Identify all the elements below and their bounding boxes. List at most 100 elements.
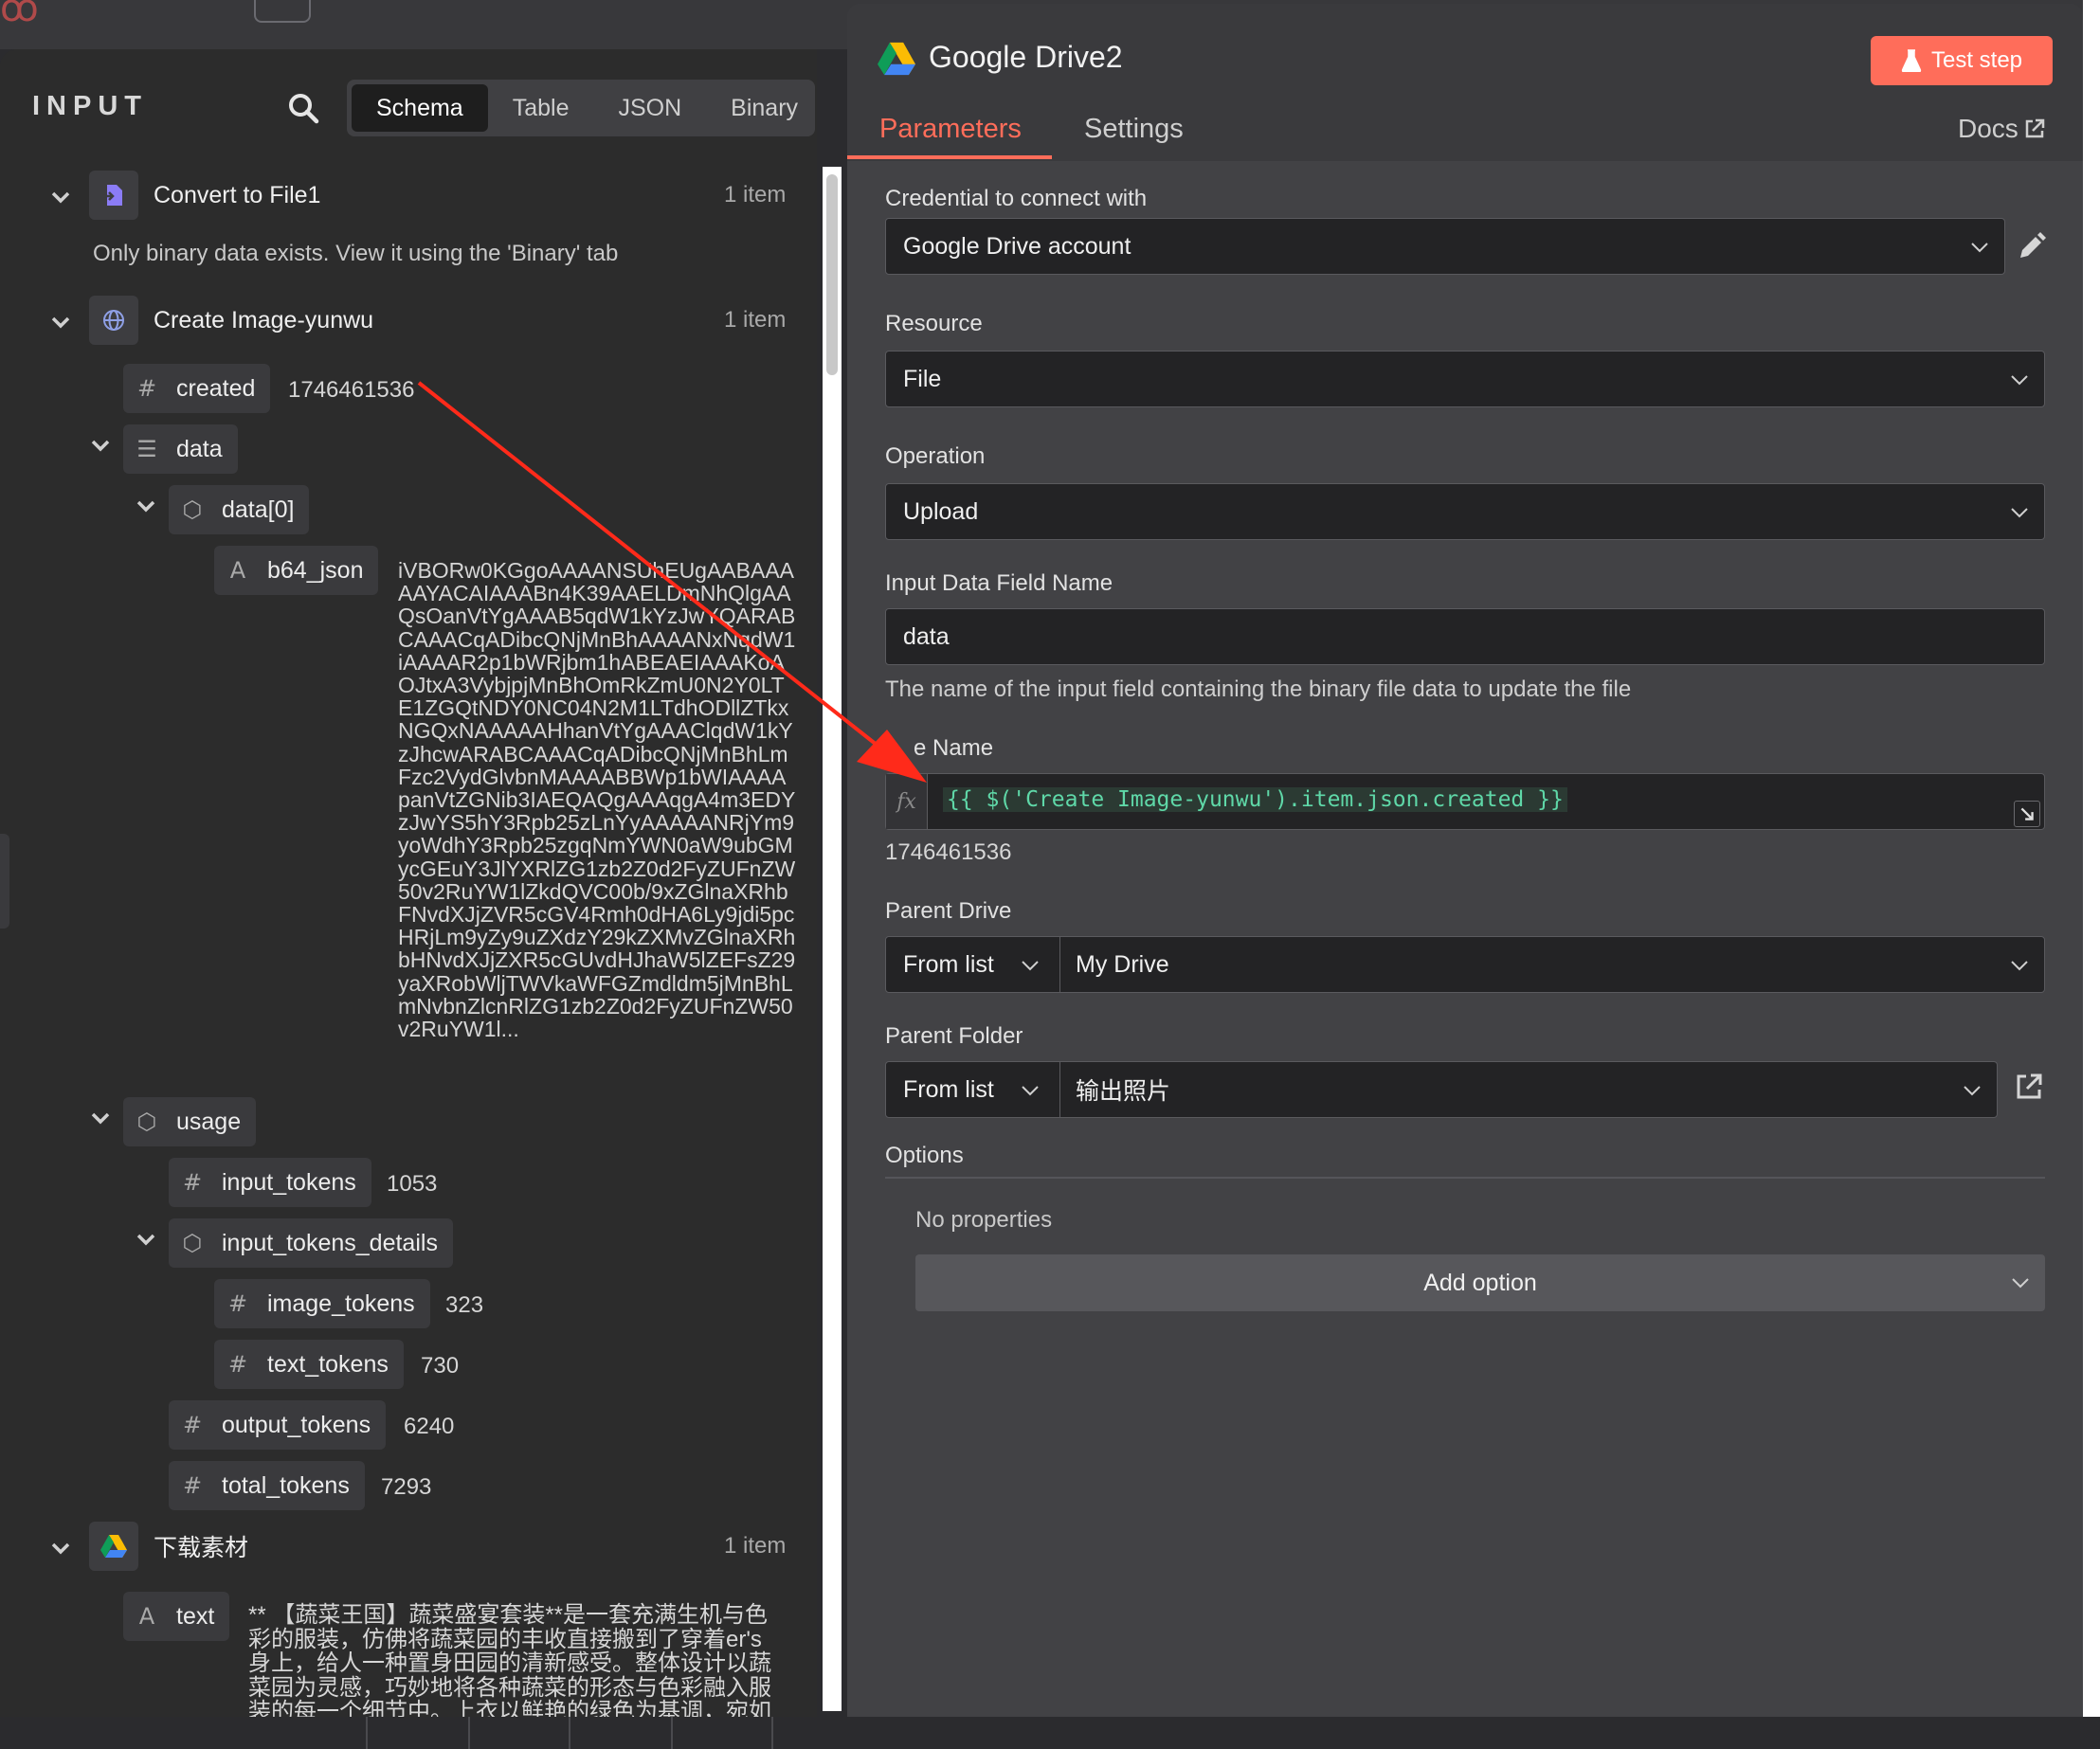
globe-icon bbox=[89, 296, 138, 345]
field-value: 6240 bbox=[404, 1414, 455, 1439]
parent-folder-select[interactable]: From list 输出照片 bbox=[885, 1061, 1998, 1118]
fx-icon: fx bbox=[886, 774, 928, 829]
operation-select[interactable]: Upload bbox=[885, 483, 2045, 540]
parent-folder-value[interactable]: 输出照片 bbox=[1076, 1062, 1170, 1117]
node-create-image[interactable]: Create Image-yunwu bbox=[89, 296, 373, 345]
field-image-tokens[interactable]: # image_tokens bbox=[214, 1279, 430, 1328]
input-scrollbar[interactable] bbox=[823, 167, 842, 1711]
chevron-down-icon[interactable] bbox=[135, 495, 157, 517]
field-created[interactable]: # created bbox=[123, 364, 271, 413]
resource-select[interactable]: File bbox=[885, 351, 2045, 407]
chevron-down-icon[interactable] bbox=[89, 1107, 112, 1129]
input-title: INPUT bbox=[32, 91, 148, 121]
parent-drive-value[interactable]: My Drive bbox=[1076, 937, 1169, 992]
toolbar-divider bbox=[468, 1717, 470, 1749]
pencil-edit-icon[interactable] bbox=[2017, 231, 2047, 261]
input-field-label: Input Data Field Name bbox=[885, 570, 1113, 596]
chevron-down-icon[interactable] bbox=[49, 311, 72, 334]
chevron-down-icon[interactable] bbox=[49, 1537, 72, 1560]
field-value: 323 bbox=[445, 1292, 484, 1318]
credential-select[interactable]: Google Drive account bbox=[885, 218, 2005, 275]
chevron-down-icon[interactable] bbox=[49, 186, 72, 208]
tab-table[interactable]: Table bbox=[488, 84, 594, 132]
chevron-down-icon bbox=[1022, 1086, 1039, 1096]
number-type-icon: # bbox=[182, 1412, 203, 1438]
n8n-logo-icon: ꝏ bbox=[0, 0, 39, 29]
file-name-label: e Name bbox=[914, 735, 994, 761]
chevron-down-icon bbox=[1964, 1086, 1981, 1096]
field-data[interactable]: ☰ data bbox=[123, 424, 238, 474]
toolbar-divider bbox=[569, 1717, 570, 1749]
tab-binary[interactable]: Binary bbox=[706, 84, 817, 132]
node-convert-to-file[interactable]: Convert to File1 bbox=[89, 171, 320, 220]
parent-drive-label: Parent Drive bbox=[885, 898, 1012, 924]
expand-icon[interactable] bbox=[2014, 801, 2040, 827]
flask-icon bbox=[1901, 49, 1922, 72]
node-title: 下载素材 bbox=[154, 1535, 249, 1561]
chevron-down-icon[interactable] bbox=[89, 434, 112, 457]
number-type-icon: # bbox=[227, 1290, 248, 1317]
tab-settings[interactable]: Settings bbox=[1084, 114, 1184, 145]
input-panel: INPUT Schema Table JSON Binary Convert t… bbox=[0, 49, 817, 1717]
search-icon[interactable] bbox=[286, 91, 320, 125]
options-divider bbox=[885, 1177, 2045, 1179]
binary-note: Only binary data exists. View it using t… bbox=[93, 241, 619, 266]
tab-parameters[interactable]: Parameters bbox=[879, 114, 1022, 145]
tab-json[interactable]: JSON bbox=[593, 84, 706, 132]
number-type-icon: # bbox=[227, 1351, 248, 1378]
google-drive-icon bbox=[878, 42, 915, 76]
field-value: 7293 bbox=[381, 1474, 432, 1500]
chevron-down-icon bbox=[1022, 961, 1039, 971]
item-count: 1 item bbox=[724, 307, 787, 333]
scrollbar-thumb[interactable] bbox=[826, 174, 838, 375]
toolbar-divider bbox=[771, 1717, 773, 1749]
node-title[interactable]: Google Drive2 bbox=[929, 40, 1123, 75]
input-field-hint: The name of the input field containing t… bbox=[885, 676, 1632, 702]
object-cube-icon: ⬡ bbox=[182, 1230, 203, 1256]
add-option-button[interactable]: Add option bbox=[915, 1254, 2045, 1311]
field-input-tokens[interactable]: # input_tokens bbox=[169, 1158, 371, 1207]
field-usage[interactable]: ⬡ usage bbox=[123, 1097, 257, 1146]
field-text[interactable]: A text bbox=[123, 1592, 230, 1641]
node-download-assets[interactable]: 下载素材 bbox=[89, 1522, 248, 1571]
resource-label: Resource bbox=[885, 311, 983, 336]
object-cube-icon: ⬡ bbox=[136, 1109, 157, 1135]
file-name-expression-input[interactable]: fx {{ $('Create Image-yunwu').item.json.… bbox=[885, 773, 2045, 830]
toolbar-divider bbox=[366, 1717, 368, 1749]
field-data-0[interactable]: ⬡ data[0] bbox=[169, 485, 310, 534]
chevron-down-icon bbox=[2011, 508, 2028, 518]
item-count: 1 item bbox=[724, 1533, 787, 1559]
field-output-tokens[interactable]: # output_tokens bbox=[169, 1400, 387, 1450]
window-edge bbox=[2083, 0, 2100, 1749]
canvas-bottom-toolbar bbox=[0, 1717, 2100, 1749]
panel-resize-handle[interactable] bbox=[0, 834, 9, 929]
field-total-tokens[interactable]: # total_tokens bbox=[169, 1461, 365, 1510]
node-parameters-panel: Google Drive2 Test step Parameters Setti… bbox=[847, 4, 2083, 1749]
parent-drive-select[interactable]: From list My Drive bbox=[885, 936, 2045, 993]
field-value: 1746461536 bbox=[288, 377, 415, 403]
chevron-down-icon bbox=[2011, 375, 2028, 386]
input-field-input[interactable]: data bbox=[885, 608, 2045, 665]
node-title: Convert to File1 bbox=[154, 181, 321, 208]
active-tab-underline bbox=[847, 155, 1052, 159]
add-node-button[interactable] bbox=[254, 0, 311, 23]
number-type-icon: # bbox=[182, 1169, 203, 1196]
node-title: Create Image-yunwu bbox=[154, 306, 374, 334]
field-input-tokens-details[interactable]: ⬡ input_tokens_details bbox=[169, 1218, 453, 1268]
test-step-button[interactable]: Test step bbox=[1871, 36, 2053, 85]
number-type-icon: # bbox=[136, 375, 157, 402]
panel-header: Google Drive2 Test step Parameters Setti… bbox=[847, 4, 2083, 161]
field-value: 730 bbox=[421, 1353, 460, 1379]
no-properties-text: No properties bbox=[915, 1207, 1053, 1233]
credential-label: Credential to connect with bbox=[885, 186, 1148, 211]
field-b64-json[interactable]: A b64_json bbox=[214, 546, 379, 595]
list-icon: ☰ bbox=[136, 436, 157, 462]
external-link-icon[interactable] bbox=[2015, 1073, 2043, 1101]
docs-link[interactable]: Docs bbox=[1958, 114, 2045, 144]
options-label: Options bbox=[885, 1143, 964, 1168]
chevron-down-icon[interactable] bbox=[135, 1228, 157, 1251]
chevron-down-icon bbox=[2011, 961, 2028, 971]
field-text-tokens[interactable]: # text_tokens bbox=[214, 1340, 404, 1389]
number-type-icon: # bbox=[182, 1472, 203, 1499]
tab-schema[interactable]: Schema bbox=[352, 84, 488, 132]
